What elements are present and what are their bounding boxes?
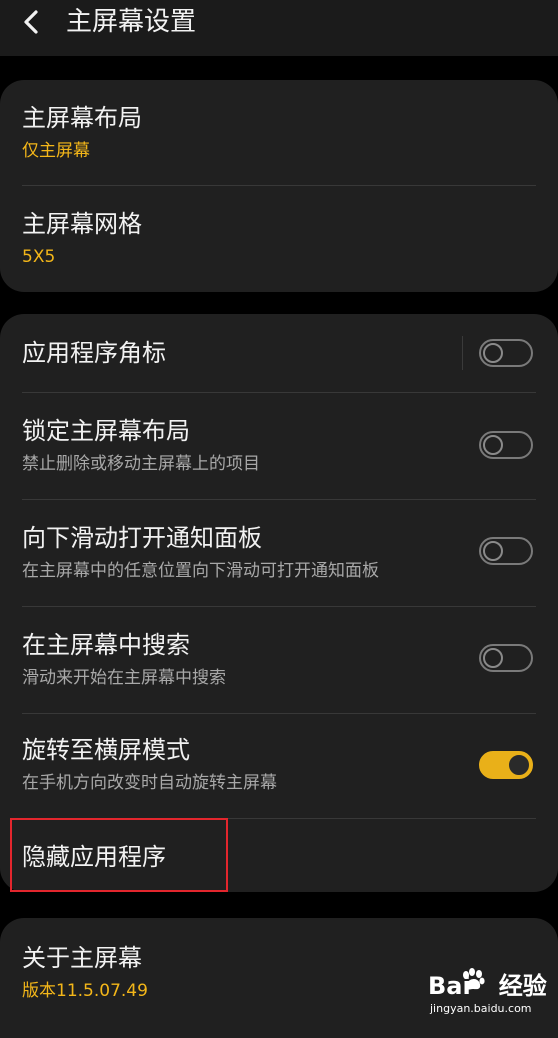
app-badges-title: 应用程序角标 <box>22 339 166 367</box>
swipe-down-notification-toggle[interactable] <box>479 537 533 565</box>
toggle-knob <box>507 753 531 777</box>
vertical-separator <box>462 336 463 370</box>
rotate-landscape-item[interactable]: 旋转至横屏模式 在手机方向改变时自动旋转主屏幕 <box>0 714 558 818</box>
swipe-down-notification-title: 向下滑动打开通知面板 <box>22 524 262 552</box>
toggle-settings-card: 应用程序角标 锁定主屏幕布局 禁止删除或移动主屏幕上的项目 向下滑动打开通知面板… <box>0 314 558 892</box>
toggle-knob <box>483 541 503 561</box>
swipe-down-notification-subtitle: 在主屏幕中的任意位置向下滑动可打开通知面板 <box>22 561 379 581</box>
lock-layout-toggle[interactable] <box>479 431 533 459</box>
hide-apps-title: 隐藏应用程序 <box>22 843 166 871</box>
rotate-landscape-title: 旋转至横屏模式 <box>22 736 190 764</box>
search-on-home-item[interactable]: 在主屏幕中搜索 滑动来开始在主屏幕中搜索 <box>0 607 558 713</box>
home-screen-layout-value: 仅主屏幕 <box>22 141 90 161</box>
toggle-knob <box>483 343 503 363</box>
search-on-home-toggle[interactable] <box>479 644 533 672</box>
app-badges-toggle[interactable] <box>479 339 533 367</box>
toggle-knob <box>483 648 503 668</box>
rotate-landscape-toggle[interactable] <box>479 751 533 779</box>
home-screen-grid-value: 5X5 <box>22 247 56 267</box>
home-screen-grid-item[interactable]: 主屏幕网格 5X5 <box>0 186 558 292</box>
watermark-brand: Bai 经验 <box>428 972 547 1000</box>
home-screen-layout-item[interactable]: 主屏幕布局 仅主屏幕 <box>0 80 558 186</box>
layout-settings-card: 主屏幕布局 仅主屏幕 主屏幕网格 5X5 <box>0 80 558 292</box>
search-on-home-subtitle: 滑动来开始在主屏幕中搜索 <box>22 668 226 688</box>
lock-layout-title: 锁定主屏幕布局 <box>22 417 190 445</box>
rotate-landscape-subtitle: 在手机方向改变时自动旋转主屏幕 <box>22 773 277 793</box>
watermark-brand-right: 经验 <box>498 972 547 1000</box>
hide-apps-item[interactable]: 隐藏应用程序 <box>0 819 558 892</box>
about-home-title: 关于主屏幕 <box>22 944 142 972</box>
home-screen-layout-title: 主屏幕布局 <box>22 104 142 132</box>
toggle-knob <box>483 435 503 455</box>
lock-layout-subtitle: 禁止删除或移动主屏幕上的项目 <box>22 454 260 474</box>
back-button[interactable] <box>18 4 50 40</box>
search-on-home-title: 在主屏幕中搜索 <box>22 631 190 659</box>
app-bar: 主屏幕设置 <box>0 0 558 56</box>
app-badges-item[interactable]: 应用程序角标 <box>0 314 558 392</box>
watermark-url: jingyan.baidu.com <box>430 1002 532 1015</box>
about-home-version: 版本11.5.07.49 <box>22 981 148 1001</box>
paw-icon <box>463 968 485 990</box>
baidu-jingyan-watermark: Bai 经验 jingyan.baidu.com <box>426 966 554 1022</box>
lock-layout-item[interactable]: 锁定主屏幕布局 禁止删除或移动主屏幕上的项目 <box>0 393 558 499</box>
page-title: 主屏幕设置 <box>66 7 197 37</box>
home-screen-grid-title: 主屏幕网格 <box>22 210 142 238</box>
chevron-left-icon <box>24 10 38 34</box>
swipe-down-notification-item[interactable]: 向下滑动打开通知面板 在主屏幕中的任意位置向下滑动可打开通知面板 <box>0 500 558 606</box>
